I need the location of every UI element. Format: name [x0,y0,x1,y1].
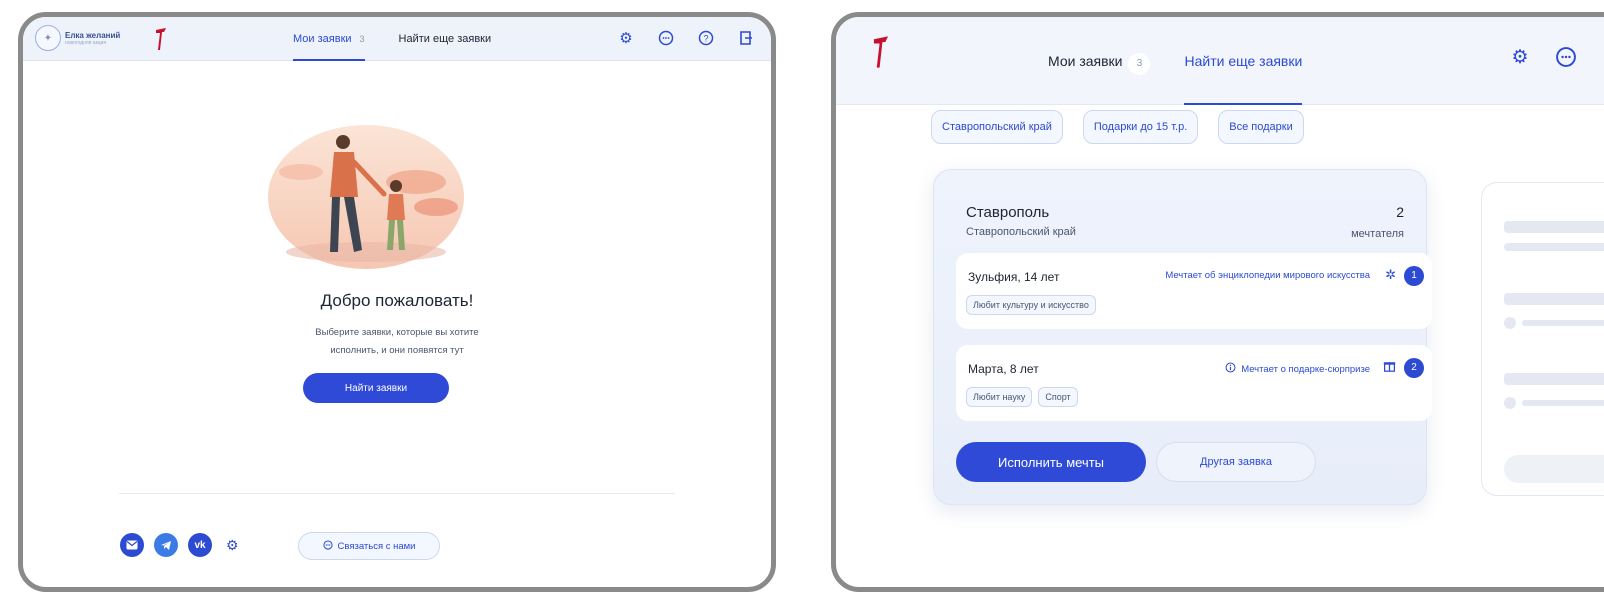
child-name: Зульфия, 14 лет [968,270,1060,284]
chat-icon[interactable] [1554,45,1578,69]
child-dream[interactable]: Мечтает об энциклопедии мирового искусст… [1165,270,1370,281]
child-item[interactable]: Зульфия, 14 лет Мечтает об энциклопедии … [956,253,1432,329]
skeleton-dot [1504,397,1516,409]
request-card: Ставрополь Ставропольский край 2 мечтате… [933,169,1432,505]
logo-subtitle: новогодняя акция [65,39,107,46]
help-icon[interactable]: ? [697,29,715,47]
child-tags: Любит науку Спорт [966,387,1078,407]
another-request-button[interactable]: Другая заявка [1156,442,1316,482]
footer-divider [119,493,675,494]
tab-find-more[interactable]: Найти еще заявки [1184,17,1302,105]
vk-icon[interactable]: vk [188,533,212,557]
welcome-text: Выберите заявки, которые вы хотите испол… [23,324,771,360]
main-tabs: Мои заявки 3 Найти еще заявки [1048,17,1302,105]
interest-tag: Спорт [1038,387,1078,407]
app-header: Мои заявки 3 Найти еще заявки ⚙ [836,17,1604,105]
filter-region-chip[interactable]: Ставропольский край [931,110,1063,144]
child-number-badge: 1 [1404,266,1424,286]
chat-icon [322,539,333,553]
filter-price-chip[interactable]: Подарки до 15 т.р. [1082,110,1199,144]
tab-find-more[interactable]: Найти еще заявки [399,17,492,61]
card-city: Ставрополь [966,204,1050,221]
logout-icon[interactable] [737,29,755,47]
skeleton-line [1522,400,1604,406]
app-logo[interactable]: ✦ Елка желаний новогодняя акция [35,25,120,51]
fulfill-dreams-button[interactable]: Исполнить мечты [956,442,1146,482]
skeleton-line [1504,373,1604,385]
dreamers-label: мечтателя [1351,228,1404,240]
requests-count-badge: 3 [359,34,365,44]
welcome-line: исполнить, и они появятся тут [330,345,464,356]
settings-icon[interactable]: ⚙ [226,537,239,554]
requests-count-badge: 3 [1128,53,1151,75]
tab-my-requests[interactable]: Мои заявки 3 [1048,17,1151,105]
device-frame-my-requests: ✦ Елка желаний новогодняя акция Мои заяв… [18,12,776,592]
child-dream-text: Мечтает о подарке-сюрпризе [1241,363,1370,375]
skeleton-line [1522,320,1604,326]
filter-all-gifts-chip[interactable]: Все подарки [1218,110,1304,144]
tab-label: Мои заявки [1048,53,1123,69]
skeleton-button [1504,455,1604,483]
device-frame-find-requests: Мои заявки 3 Найти еще заявки ⚙ Ставропол… [831,12,1604,592]
svg-text:?: ? [703,34,708,44]
logo-title: Елка желаний [65,30,121,40]
welcome-title: Добро пожаловать! [320,291,474,310]
gift-icon [1383,359,1396,375]
welcome-line: Выберите заявки, которые вы хотите [315,327,479,338]
social-links: vk ⚙ [120,533,239,557]
skeleton-line [1504,243,1604,251]
next-card-preview [1481,182,1604,496]
contact-us-label: Связаться с нами [337,540,416,552]
child-number-badge: 2 [1404,358,1424,378]
welcome-illustration [268,125,464,269]
brand-mark-icon [155,23,169,50]
telegram-icon[interactable] [154,533,178,557]
main-tabs: Мои заявки 3 Найти еще заявки [293,17,491,61]
child-dream[interactable]: Мечтает о подарке-сюрпризе [1225,362,1370,376]
find-requests-button[interactable]: Найти заявки [303,373,449,403]
tab-label: Найти еще заявки [398,33,492,45]
header-actions: ⚙ ? [617,29,755,47]
interest-tag: Любит науку [966,387,1033,407]
brand-mark-icon [872,31,890,68]
skeleton-line [1504,221,1604,233]
chat-icon[interactable] [657,29,675,47]
mail-icon[interactable] [120,533,144,557]
info-icon[interactable] [1225,362,1236,376]
dreamers-count: 2 [1396,204,1404,220]
app-header: ✦ Елка желаний новогодняя акция Мои заяв… [23,17,771,61]
filter-chips: Ставропольский край Подарки до 15 т.р. В… [931,110,1304,144]
tree-logo-icon: ✦ [35,25,61,51]
header-actions: ⚙ [1508,45,1578,69]
tab-label: Мои заявки [293,33,352,45]
art-icon: ✲ [1385,267,1396,282]
gear-icon[interactable]: ⚙ [617,29,635,47]
contact-us-button[interactable]: Связаться с нами [298,532,440,560]
child-tags: Любит культуру и искусство [966,295,1096,315]
tab-my-requests[interactable]: Мои заявки 3 [293,17,365,61]
child-name: Марта, 8 лет [968,362,1039,376]
skeleton-dot [1504,317,1516,329]
child-item[interactable]: Марта, 8 лет Мечтает о подарке-сюрпризе … [956,345,1432,421]
card-region: Ставропольский край [966,226,1076,238]
interest-tag: Любит культуру и искусство [966,295,1096,315]
tab-label: Найти еще заявки [1184,53,1303,69]
skeleton-line [1504,293,1604,305]
gear-icon[interactable]: ⚙ [1508,45,1532,69]
